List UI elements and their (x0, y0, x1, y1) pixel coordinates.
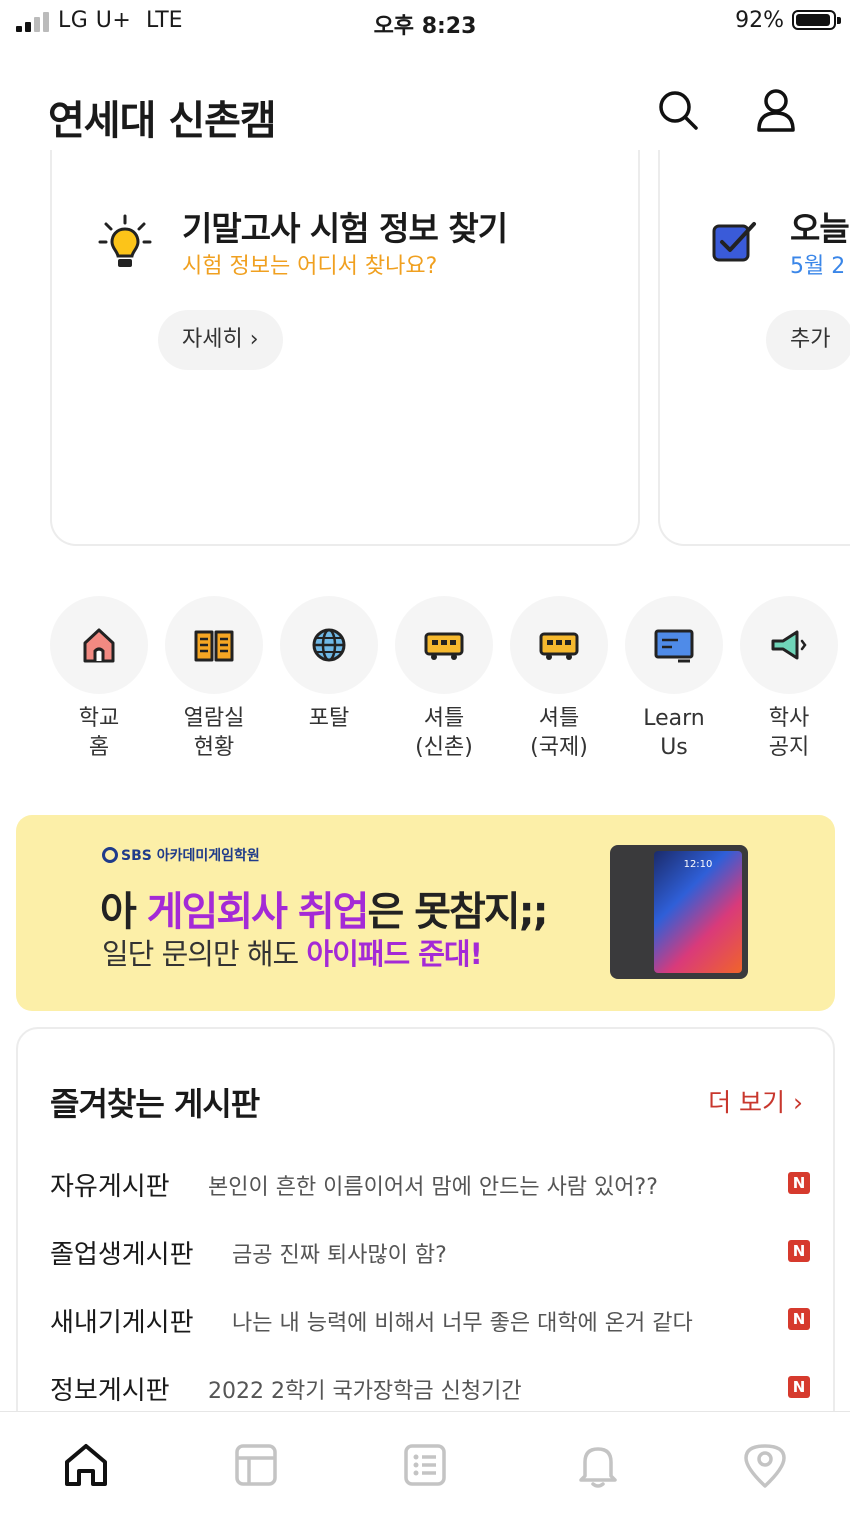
globe-icon (312, 628, 346, 662)
quick-menu-label: 셔틀 (신촌) (415, 706, 473, 760)
status-bar: LG U+ LTE 오후 8:23 92% (0, 0, 850, 44)
section-title: 즐겨찾는 게시판 (50, 1085, 260, 1123)
quick-menu-label: 열람실 현황 (183, 706, 245, 760)
quick-menu-shuttle-sinchon[interactable]: 셔틀 (신촌) (395, 596, 495, 762)
quick-menu-learnus[interactable]: Learn Us (625, 596, 725, 762)
bottom-tab-bar (0, 1411, 850, 1513)
quick-menu-portal[interactable]: 포탈 (280, 596, 380, 733)
latest-post: 금공 진짜 퇴사많이 함? (232, 1243, 447, 1268)
book-icon (194, 630, 234, 662)
board-row[interactable]: 자유게시판 본인이 흔한 이름이어서 맘에 안드는 사람 있어?? N (50, 1166, 810, 1206)
megaphone-icon (771, 630, 807, 660)
board-row[interactable]: 새내기게시판 나는 내 능력에 비해서 너무 좋은 대학에 온거 같다 N (50, 1302, 810, 1342)
quick-menu-shuttle-international[interactable]: 셔틀 (국제) (510, 596, 610, 762)
list-icon[interactable] (400, 1440, 450, 1490)
latest-post: 2022 2학기 국가장학금 신청기간 (208, 1379, 522, 1404)
new-badge: N (788, 1376, 810, 1398)
quick-menu-label: 포탈 (308, 706, 350, 731)
board-name: 자유게시판 (50, 1172, 170, 1202)
profile-icon[interactable] (752, 86, 800, 134)
banner-subline: 일단 문의만 해도 아이패드 준대! (102, 937, 483, 971)
battery-percent: 92% (735, 8, 784, 33)
page-title: 연세대 신촌캠 (48, 98, 277, 144)
exam-info-card[interactable]: 기말고사 시험 정보 찾기 시험 정보는 어디서 찾나요? 자세히 › (50, 150, 640, 546)
checkbox-icon (712, 222, 756, 262)
quick-menu-reading-room[interactable]: 열람실 현황 (165, 596, 265, 762)
card-title: 기말고사 시험 정보 찾기 (182, 209, 508, 248)
battery-icon (792, 10, 841, 30)
house-icon (83, 628, 115, 663)
banner-headline: 아 게임회사 취업은 못참지;; (100, 889, 549, 935)
latest-post: 나는 내 능력에 비해서 너무 좋은 대학에 온거 같다 (232, 1311, 693, 1336)
bus-icon (539, 632, 579, 660)
home-icon[interactable] (61, 1440, 111, 1490)
card-subtitle: 5월 2 (790, 254, 846, 279)
new-badge: N (788, 1308, 810, 1330)
card-title: 오늘 (790, 209, 850, 248)
latest-post: 본인이 흔한 이름이어서 맘에 안드는 사람 있어?? (208, 1175, 658, 1200)
add-button[interactable]: 추가 (766, 310, 850, 370)
quick-menu-label: 셔틀 (국제) (530, 706, 588, 760)
today-card[interactable]: 오늘 5월 2 추가 (658, 150, 850, 546)
board-name: 정보게시판 (50, 1376, 170, 1406)
new-badge: N (788, 1172, 810, 1194)
board-name: 졸업생게시판 (50, 1240, 194, 1270)
quick-menu-academic-notice[interactable]: 학사 공지 (740, 596, 840, 762)
search-icon[interactable] (654, 86, 702, 134)
more-link[interactable]: 더 보기 › (708, 1083, 803, 1119)
details-button[interactable]: 자세히 › (158, 310, 283, 370)
bell-icon[interactable] (573, 1440, 623, 1490)
ad-banner[interactable]: SBS 아카데미게임학원 아 게임회사 취업은 못참지;; 일단 문의만 해도 … (16, 815, 835, 1011)
lightbulb-icon (98, 214, 152, 267)
board-icon (654, 629, 694, 663)
board-name: 새내기게시판 (50, 1308, 194, 1338)
timetable-icon[interactable] (231, 1440, 281, 1490)
status-time: 오후 8:23 (373, 14, 477, 39)
ipad-image: 12:10 (610, 845, 748, 979)
quick-menu-label: Learn Us (643, 706, 705, 760)
new-badge: N (788, 1240, 810, 1262)
card-subtitle: 시험 정보는 어디서 찾나요? (182, 254, 438, 279)
bus-icon (424, 632, 464, 660)
board-row[interactable]: 정보게시판 2022 2학기 국가장학금 신청기간 N (50, 1370, 810, 1410)
board-row[interactable]: 졸업생게시판 금공 진짜 퇴사많이 함? N (50, 1234, 810, 1274)
banner-logo: SBS 아카데미게임학원 (102, 845, 260, 865)
quick-menu-label: 학교 홈 (78, 706, 120, 760)
quick-menu-label: 학사 공지 (768, 706, 810, 760)
campus-pick-icon[interactable] (740, 1440, 790, 1490)
favorite-boards-section: 즐겨찾는 게시판 더 보기 › 자유게시판 본인이 흔한 이름이어서 맘에 안드… (16, 1027, 835, 1447)
quick-menu-school-home[interactable]: 학교 홈 (50, 596, 150, 762)
